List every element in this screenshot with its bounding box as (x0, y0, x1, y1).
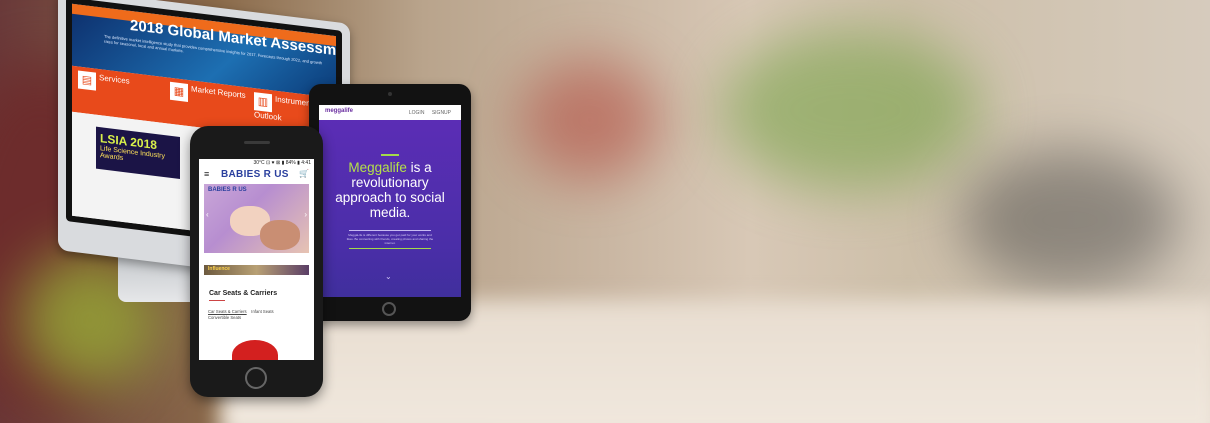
promo-strip-label: Influence (208, 266, 230, 272)
chevron-right-icon[interactable]: › (304, 210, 307, 219)
tablet-body-text: MeggaLife is different because you get p… (346, 233, 434, 245)
phone-promo-strip[interactable]: Influence (204, 265, 309, 275)
chart-icon: ▥ (254, 92, 272, 113)
phone-home-button[interactable] (245, 367, 267, 389)
desktop-card-services[interactable]: ▤ Services (78, 70, 158, 118)
tablet-nav-login[interactable]: LOGIN (409, 110, 425, 116)
phone-screen: 30°C ⊡ ♥ ⊠ ▮ 84% ▮ 4:41 ≡ BABIES R US 🛒 … (199, 159, 314, 360)
tablet-screen: meggalife LOGIN SIGNUP Meggalife is a re… (319, 105, 461, 297)
phone-section-title: Car Seats & Carriers (209, 290, 278, 297)
tablet-hero: Meggalife is a revolutionary approach to… (319, 120, 461, 297)
car-seat-product-image[interactable] (232, 340, 278, 360)
bg-blur-dark (960, 150, 1180, 290)
tablet-divider-bottom (349, 248, 431, 249)
bg-blur-shelf-green (720, 30, 980, 190)
link-convertible-seats[interactable]: Convertible Seats (208, 315, 241, 320)
link-infant-seats[interactable]: Infant Seats (251, 309, 273, 314)
card-label: Market Reports (191, 84, 246, 101)
tablet-home-button[interactable] (382, 302, 396, 316)
bg-blur-shelf-red (520, 60, 660, 180)
desktop-card-market-reports[interactable]: ▦ Market Reports (170, 81, 250, 130)
tablet-headline: Meggalife is a revolutionary approach to… (327, 160, 453, 220)
phone-category-links: Car Seats & Carriers Infant Seats Conver… (208, 309, 308, 321)
phone-status-bar: 30°C ⊡ ♥ ⊠ ▮ 84% ▮ 4:41 (199, 159, 314, 167)
tablet-camera (388, 92, 392, 96)
tablet-nav-links: LOGIN SIGNUP (403, 110, 451, 116)
tablet-accent-dash (381, 154, 399, 156)
services-icon: ▤ (78, 70, 96, 91)
phone-device: 30°C ⊡ ♥ ⊠ ▮ 84% ▮ 4:41 ≡ BABIES R US 🛒 … (190, 126, 323, 397)
tablet-device: meggalife LOGIN SIGNUP Meggalife is a re… (309, 84, 471, 321)
tablet-headline-highlight: Meggalife (348, 160, 407, 175)
section-underline (209, 300, 225, 301)
banner-photo-parent (260, 220, 300, 250)
phone-brand-logo[interactable]: BABIES R US (221, 169, 289, 180)
phone-speaker (244, 141, 270, 144)
report-icon: ▦ (170, 81, 188, 102)
phone-hero-banner[interactable]: BABIES R US ‹ › (204, 184, 309, 253)
card-label: Services (99, 73, 130, 86)
tablet-divider-top (349, 230, 431, 231)
hamburger-menu-icon[interactable]: ≡ (204, 169, 209, 179)
tablet-nav-signup[interactable]: SIGNUP (432, 110, 451, 116)
chevron-down-icon[interactable]: ⌄ (385, 272, 392, 281)
cart-icon[interactable]: 🛒 (299, 169, 309, 178)
hero-banner: 2018 Global Market Assessment The defini… (0, 0, 1210, 423)
link-car-seats-carriers[interactable]: Car Seats & Carriers (208, 309, 247, 314)
chevron-left-icon[interactable]: ‹ (206, 210, 209, 219)
tablet-nav: meggalife LOGIN SIGNUP (319, 105, 461, 120)
phone-header: ≡ BABIES R US 🛒 (199, 167, 314, 183)
banner-logo: BABIES R US (208, 187, 247, 193)
tablet-logo[interactable]: meggalife (325, 108, 353, 114)
